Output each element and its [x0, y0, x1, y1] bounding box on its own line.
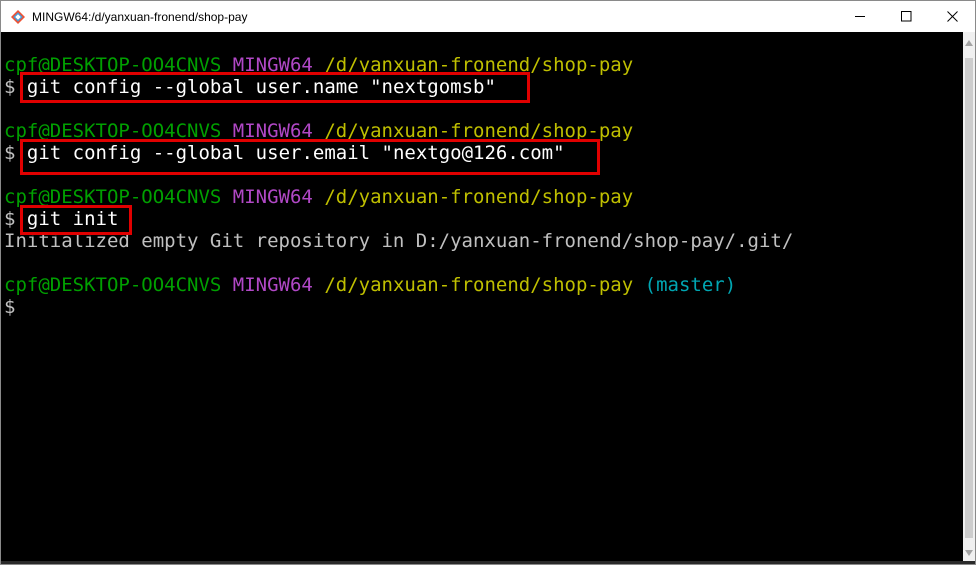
terminal-output[interactable]: cpf@DESKTOP-OO4CNVS MINGW64 /d/yanxuan-f…: [1, 32, 963, 564]
prompt-line: cpf@DESKTOP-OO4CNVS MINGW64 /d/yanxuan-f…: [4, 274, 736, 296]
maximize-button[interactable]: [883, 1, 929, 32]
command-line[interactable]: $: [4, 296, 27, 318]
prompt-system: MINGW64: [232, 274, 313, 296]
vertical-scrollbar[interactable]: [963, 32, 975, 564]
minimize-icon: [854, 16, 865, 17]
close-button[interactable]: [929, 1, 975, 32]
scroll-up-icon[interactable]: [965, 40, 973, 46]
prompt-symbol: $: [4, 76, 16, 98]
git-bash-icon: [11, 9, 25, 24]
prompt-user-host: cpf@DESKTOP-OO4CNVS: [4, 274, 222, 296]
prompt-symbol: $: [4, 296, 16, 318]
prompt-system: MINGW64: [232, 186, 313, 208]
prompt-symbol: $: [4, 142, 16, 164]
window-controls: [837, 1, 975, 32]
prompt-symbol: $: [4, 208, 16, 230]
title-bar[interactable]: MINGW64:/d/yanxuan-fronend/shop-pay: [1, 1, 975, 32]
highlight-box: [20, 139, 600, 175]
highlight-box: [20, 205, 132, 235]
close-icon: [946, 11, 958, 22]
window-title: MINGW64:/d/yanxuan-fronend/shop-pay: [32, 9, 248, 24]
scroll-down-icon[interactable]: [965, 550, 973, 556]
maximize-icon: [900, 11, 911, 22]
window-bottom-edge: [1, 561, 975, 564]
terminal-window: MINGW64:/d/yanxuan-fronend/shop-pay cpf@…: [0, 0, 976, 565]
prompt-branch: (master): [644, 274, 737, 296]
minimize-button[interactable]: [837, 1, 883, 32]
prompt-path: /d/yanxuan-fronend/shop-pay: [324, 274, 634, 296]
prompt-path: /d/yanxuan-fronend/shop-pay: [324, 186, 634, 208]
highlight-box: [20, 72, 530, 103]
scroll-thumb[interactable]: [965, 58, 973, 538]
